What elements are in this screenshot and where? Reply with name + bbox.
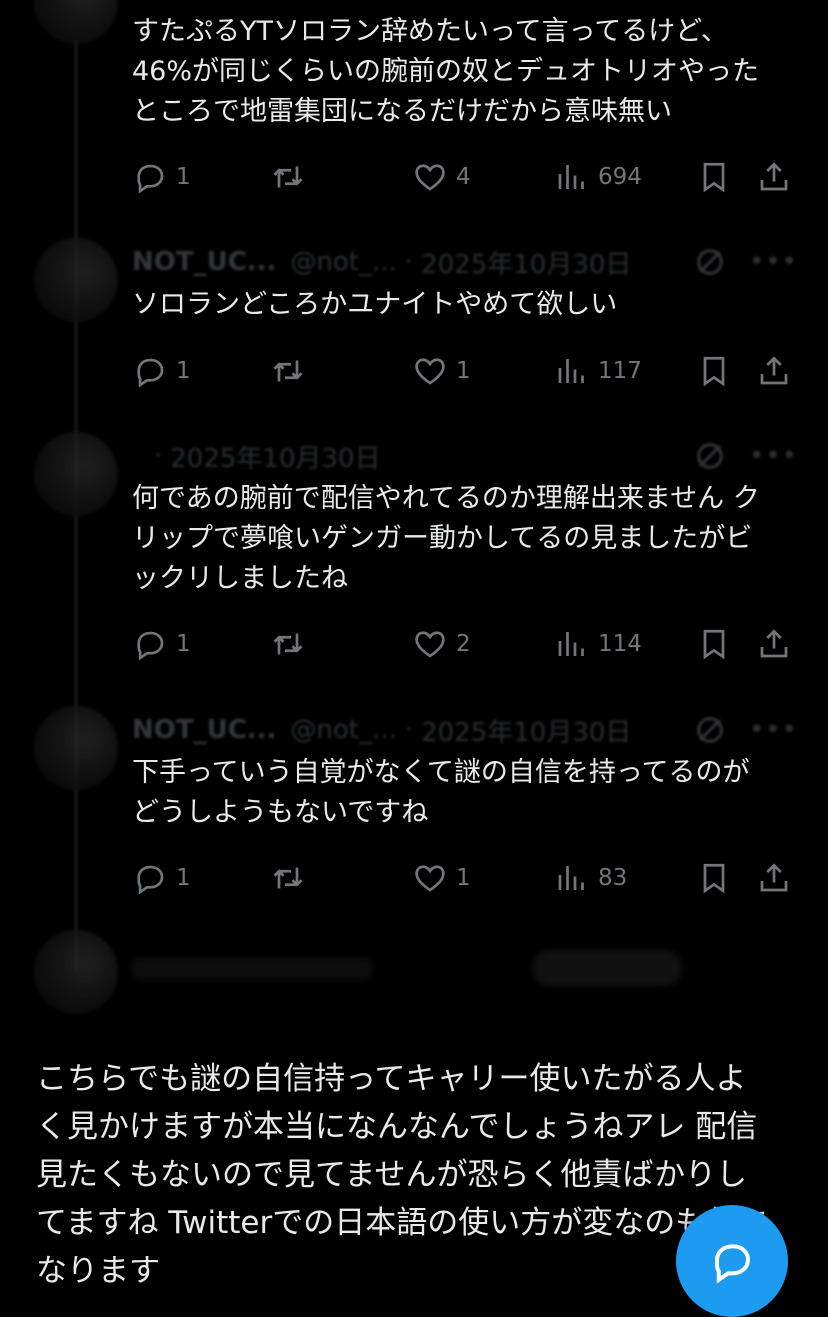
grok-icon[interactable] xyxy=(693,439,727,473)
heart-icon xyxy=(415,865,445,892)
like-button[interactable]: 1 xyxy=(412,856,471,900)
reply-header: NOT_UC... @not_... · 2025年10月30日 ••• xyxy=(132,710,798,750)
repost-button[interactable] xyxy=(270,622,314,666)
avatar[interactable] xyxy=(34,930,118,1014)
views-icon xyxy=(558,359,584,383)
separator-dot: · xyxy=(154,441,163,471)
grok-icon[interactable] xyxy=(693,245,727,279)
bookmark-icon xyxy=(703,162,725,193)
reply-button[interactable]: 1 xyxy=(132,622,191,666)
display-name[interactable]: NOT_UC... xyxy=(132,247,276,277)
share-icon xyxy=(760,863,788,892)
bookmark-icon xyxy=(703,356,725,387)
bookmark-button[interactable] xyxy=(696,349,732,393)
more-icon[interactable]: ••• xyxy=(749,247,798,277)
share-button[interactable] xyxy=(756,856,792,900)
views-icon xyxy=(558,165,584,189)
like-count: 4 xyxy=(456,164,471,190)
views-icon xyxy=(558,632,584,656)
views-icon xyxy=(558,866,584,890)
action-bar: 1 2 114 xyxy=(132,622,792,666)
action-bar: 1 4 694 xyxy=(132,155,792,199)
more-icon[interactable]: ••• xyxy=(749,715,798,745)
views-button[interactable]: 114 xyxy=(554,622,642,666)
reply-button[interactable]: 1 xyxy=(132,349,191,393)
reply-text: すたぷるYTソロラン辞めたいって言ってるけど、 46%が同じくらいの腕前の奴とデ… xyxy=(132,16,760,127)
share-button[interactable] xyxy=(756,349,792,393)
bookmark-button[interactable] xyxy=(696,622,732,666)
separator-dot: · xyxy=(404,247,414,277)
bookmark-icon xyxy=(703,863,725,894)
reply-count: 1 xyxy=(176,358,191,384)
view-count: 117 xyxy=(598,358,642,384)
views-button[interactable]: 83 xyxy=(554,856,627,900)
like-count: 1 xyxy=(456,865,471,891)
overlay-caption: こちらでも謎の自信持ってキャリー使いたがる人よ く見かけますが本当になんなんでし… xyxy=(36,1061,769,1289)
avatar[interactable] xyxy=(34,432,118,516)
reply-text: 下手っていう自覚がなくて謎の自信を持ってるのが どうしようもないですね xyxy=(132,757,750,828)
heart-icon xyxy=(415,631,445,658)
handle[interactable]: @not_... xyxy=(290,247,396,277)
reply-icon xyxy=(137,164,164,194)
reply-icon xyxy=(137,358,164,388)
reply-text: ソロランどころかユナイトやめて欲しい xyxy=(132,289,618,320)
more-icon[interactable]: ••• xyxy=(749,441,798,471)
handle[interactable]: @not_... xyxy=(290,715,396,745)
action-bar: 1 1 83 xyxy=(132,856,792,900)
repost-button[interactable] xyxy=(270,155,314,199)
repost-icon xyxy=(273,633,303,655)
reply-icon xyxy=(137,631,164,661)
reply-button[interactable]: 1 xyxy=(132,155,191,199)
reply-header: NOT_UC... @not_... · 2025年10月30日 ••• xyxy=(132,242,798,282)
avatar[interactable] xyxy=(34,238,118,322)
like-count: 2 xyxy=(456,631,471,657)
share-button[interactable] xyxy=(756,155,792,199)
view-count: 114 xyxy=(598,631,642,657)
view-count: 83 xyxy=(598,865,628,891)
compose-icon xyxy=(715,1244,751,1284)
post-date[interactable]: 2025年10月30日 xyxy=(421,712,631,749)
heart-icon xyxy=(415,358,445,385)
avatar[interactable] xyxy=(34,0,118,44)
reply-text: 何であの腕前で配信やれてるのか理解出来ません ク リップで夢喰いゲンガー動かして… xyxy=(132,483,760,594)
reply-button[interactable]: 1 xyxy=(132,856,191,900)
like-button[interactable]: 2 xyxy=(412,622,471,666)
views-button[interactable]: 694 xyxy=(554,155,642,199)
like-button[interactable]: 4 xyxy=(412,155,471,199)
reply-count: 1 xyxy=(176,865,191,891)
views-button[interactable]: 117 xyxy=(554,349,642,393)
faded-reply-header xyxy=(132,950,792,1010)
display-name[interactable]: NOT_UC... xyxy=(132,715,276,745)
reply-header: · 2025年10月30日 ••• xyxy=(132,436,798,476)
heart-icon xyxy=(415,164,445,191)
reply-count: 1 xyxy=(176,631,191,657)
avatar[interactable] xyxy=(34,706,118,790)
compose-button[interactable] xyxy=(676,1205,788,1317)
like-count: 1 xyxy=(456,358,471,384)
repost-button[interactable] xyxy=(270,349,314,393)
reply-count: 1 xyxy=(176,164,191,190)
bookmark-button[interactable] xyxy=(696,856,732,900)
share-button[interactable] xyxy=(756,622,792,666)
bookmark-button[interactable] xyxy=(696,155,732,199)
action-bar: 1 1 117 xyxy=(132,349,792,393)
share-icon xyxy=(760,162,788,191)
share-icon xyxy=(760,356,788,385)
repost-icon xyxy=(273,867,303,889)
reply-icon xyxy=(137,865,164,895)
repost-icon xyxy=(273,166,303,188)
repost-icon xyxy=(273,360,303,382)
view-count: 694 xyxy=(598,164,642,190)
like-button[interactable]: 1 xyxy=(412,349,471,393)
share-icon xyxy=(760,629,788,658)
separator-dot: · xyxy=(404,715,414,745)
grok-icon[interactable] xyxy=(693,713,727,747)
post-date[interactable]: 2025年10月30日 xyxy=(170,438,380,475)
post-date[interactable]: 2025年10月30日 xyxy=(421,244,631,281)
bookmark-icon xyxy=(703,629,725,660)
repost-button[interactable] xyxy=(270,856,314,900)
